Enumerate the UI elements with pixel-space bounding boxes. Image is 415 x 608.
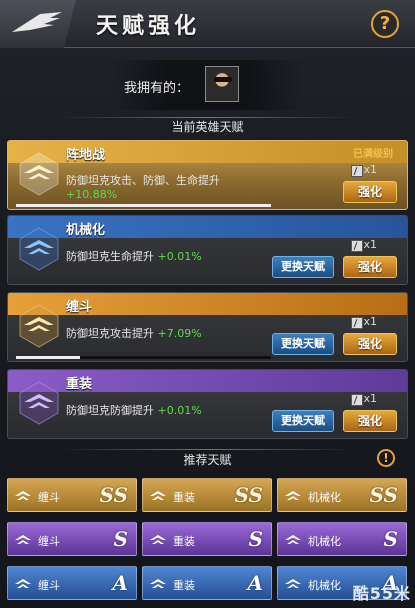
replace-talent-button[interactable]: 更换天赋 [272,256,334,278]
divider [60,449,355,450]
talent-card: 缠斗 防御坦克攻击提升 +7.09% x1 更换天赋 强化 [7,292,408,362]
recommended-talent[interactable]: 重装 A [142,566,272,600]
talent-card: 阵地战 已满级别 防御坦克攻击、防御、生命提升 +10.88% x1 强化 [7,140,408,210]
watermark: 酷55米 [352,584,411,603]
talent-description: 防御坦克攻击、防御、生命提升 +10.88% [66,174,220,201]
book-count: x1 [363,163,377,176]
talent-name: 缠斗 [66,300,93,315]
grade-badge: SS [369,483,398,507]
book-count: x1 [363,392,377,405]
talent-name: 重装 [66,377,93,392]
recommended-talent[interactable]: 机械化 S [277,522,407,556]
talent-book-icon [351,317,363,329]
rank-emblem-icon [150,535,166,544]
rank-emblem-icon [19,304,59,348]
grade-badge: S [383,527,398,551]
book-count: x1 [363,238,377,251]
owned-panel: 我拥有的： [110,60,305,110]
strengthen-button[interactable]: 强化 [343,256,397,278]
talent-name: 阵地战 [66,148,106,163]
header-bar: 天赋强化 ? [0,0,415,48]
talent-description: 防御坦克生命提升 +0.01% [66,250,202,263]
current-talent-title: 当前英雄天赋 [171,120,244,134]
rank-emblem-icon [19,227,59,271]
strengthen-button[interactable]: 强化 [343,181,397,203]
recommended-talent[interactable]: 重装 SS [142,478,272,512]
recommended-talent[interactable]: 缠斗 SS [7,478,137,512]
strengthen-button[interactable]: 强化 [343,333,397,355]
grade-badge: S [248,527,263,551]
talent-book-icon [351,240,363,252]
rank-emblem-icon [15,491,31,500]
recommended-talent[interactable]: 缠斗 A [7,566,137,600]
talent-progress [16,356,271,359]
page-title: 天赋强化 [96,14,201,39]
grade-badge: SS [234,483,263,507]
talent-bonus: +0.01% [157,250,202,263]
strengthen-button[interactable]: 强化 [343,410,397,432]
rank-emblem-icon [150,491,166,500]
talent-bonus: +7.09% [157,327,202,340]
rank-emblem-icon [19,381,59,425]
talent-progress [16,204,271,207]
rank-emblem-icon [19,152,59,196]
owned-label: 我拥有的： [124,81,190,96]
replace-talent-button[interactable]: 更换天赋 [272,410,334,432]
talent-book-icon [351,394,363,406]
talent-card: 机械化 防御坦克生命提升 +0.01% x1 更换天赋 强化 [7,215,408,285]
recommended-talent[interactable]: 缠斗 S [7,522,137,556]
rank-emblem-icon [285,491,301,500]
recommended-talent[interactable]: 机械化 SS [277,478,407,512]
info-icon[interactable]: ! [377,449,395,467]
rank-emblem-icon [285,535,301,544]
recommended-talent[interactable]: 重装 S [142,522,272,556]
grade-badge: SS [99,483,128,507]
talent-name: 机械化 [66,223,106,238]
grade-badge: S [113,527,128,551]
talent-description: 防御坦克防御提升 +0.01% [66,404,202,417]
rank-emblem-icon [285,579,301,588]
talent-description: 防御坦克攻击提升 +7.09% [66,327,202,340]
replace-talent-button[interactable]: 更换天赋 [272,333,334,355]
rank-emblem-icon [15,579,31,588]
help-button[interactable]: ? [371,10,399,38]
talent-card: 重装 防御坦克防御提升 +0.01% x1 更换天赋 强化 [7,369,408,439]
hero-avatar[interactable] [205,66,239,102]
book-count: x1 [363,315,377,328]
recommended-title: 推荐天赋 [183,453,232,467]
talent-bonus: +0.01% [157,404,202,417]
grade-badge: A [112,571,128,595]
max-level-tag: 已满级别 [353,149,393,160]
rank-emblem-icon [15,535,31,544]
rank-emblem-icon [150,579,166,588]
talent-book-icon [351,165,363,177]
back-button[interactable] [0,0,76,48]
wing-back-icon [12,12,62,32]
talent-bonus: +10.88% [66,188,118,201]
grade-badge: A [247,571,263,595]
